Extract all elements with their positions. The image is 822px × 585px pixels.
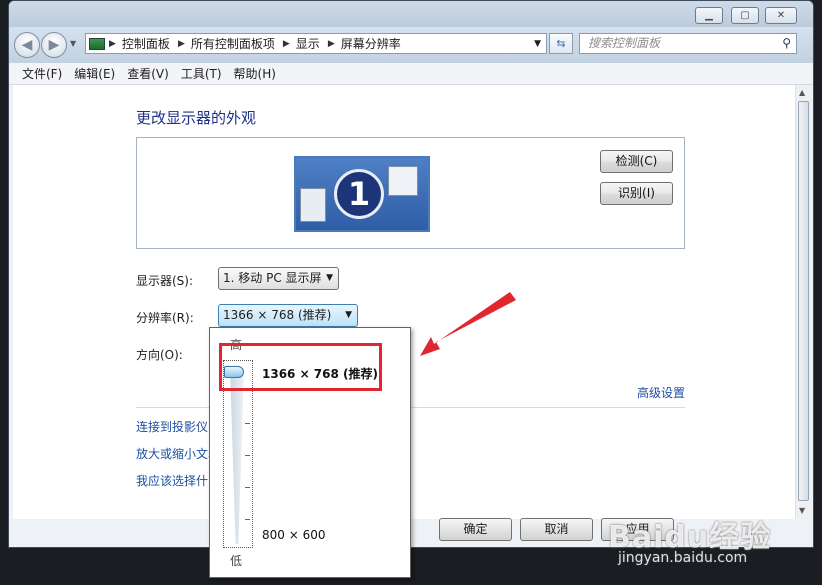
annotation-arrow <box>420 292 516 356</box>
baidu-watermark: Baidu经验 jingyan.baidu.com <box>598 512 818 582</box>
watermark-url: jingyan.baidu.com <box>618 550 748 566</box>
annotation-arrow-shape <box>420 292 516 356</box>
